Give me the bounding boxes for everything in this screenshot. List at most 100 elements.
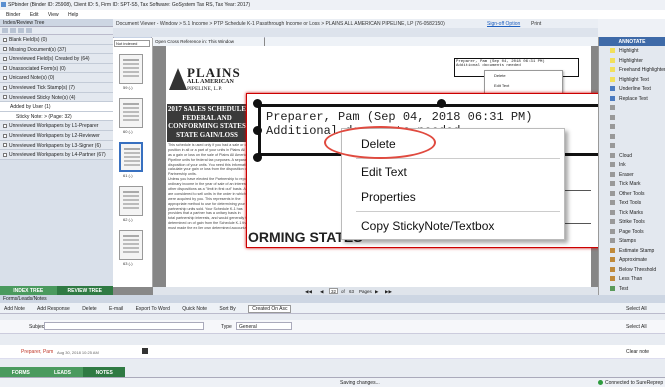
tree-row[interactable]: Unreviewed Field(s) Created by (64) [0,54,113,64]
delete-button[interactable]: Delete [82,306,96,312]
checkbox[interactable] [3,143,7,148]
tab-review-tree[interactable]: REVIEW TREE [56,286,113,295]
expand-icon[interactable] [2,28,8,33]
menu-item-edit-text[interactable]: Edit Text [361,165,407,179]
tree-row[interactable]: Unreviewed Workpapers by L4-Partner (67) [0,150,113,160]
connection-status-icon [598,380,603,385]
menu-item-copy-stickynote[interactable]: Copy StickyNote/Textbox [361,219,494,233]
checkbox[interactable] [3,124,7,129]
add-response-button[interactable]: Add Response [37,306,70,312]
tree-row[interactable]: Unreviewed Workpapers by L2-Reviewer [0,130,113,141]
annotate-tool-item[interactable]: Cloud [599,151,665,161]
annotate-tool-item[interactable]: Highlight Text [599,75,665,85]
window-dropdown[interactable]: This Window [208,39,234,44]
annotate-tool-item[interactable]: Strike Tools [599,217,665,227]
quick-note-button[interactable]: Quick Note [182,306,207,312]
resize-handle[interactable] [253,99,262,108]
filter-icon[interactable] [18,28,24,33]
checkbox[interactable] [3,56,7,61]
page-thumbnail[interactable] [119,98,143,128]
checkbox[interactable] [3,47,7,52]
page-thumbnail[interactable] [119,230,143,260]
annotate-tool-item[interactable] [599,141,665,151]
tree-row[interactable]: Unreviewed Workpapers by L1-Preparer [0,121,113,131]
tree-row[interactable]: Blank Field(s) (0) [0,35,113,45]
tree-subrow[interactable]: Sticky Note: > (Page: 32) [0,111,113,122]
tree-row[interactable]: Missing Document(s) (37) [0,44,113,55]
tab-forms[interactable]: FORMS [0,367,42,377]
annotate-tool-item[interactable]: Tick Marks [599,208,665,218]
annotate-tool-item[interactable] [599,103,665,113]
annotate-tool-item[interactable]: Highlight [599,46,665,56]
annotate-tool-item[interactable]: Freehand Highlighter [599,65,665,75]
checkbox[interactable] [3,85,7,90]
annotate-tool-item[interactable]: Ink [599,160,665,170]
page-thumbnail-selected[interactable] [119,142,143,172]
menu-item-properties[interactable]: Properties [361,190,416,204]
annotate-tool-item[interactable]: Below Threshold [599,265,665,275]
tree-row[interactable]: Unreviewed Sticky Note(s) (4) [0,92,113,103]
clear-note-checkbox[interactable]: Clear note [626,349,649,355]
tree-subrow[interactable]: Added by User (1) [0,102,113,112]
company-name-line3: PIPELINE, L.P. [187,86,223,92]
annotate-tool-item[interactable]: Underline Text [599,84,665,94]
annotate-tool-item[interactable]: Replace Text [599,94,665,104]
subject-input[interactable] [44,322,204,330]
annotate-tool-item[interactable]: Eraser [599,170,665,180]
page-thumbnail[interactable] [119,186,143,216]
cross-ref-select[interactable]: Open Cross Reference in: This Window [152,37,264,46]
tab-leads[interactable]: LEADS [41,367,84,377]
panel-toolbar [0,27,113,35]
tab-notes[interactable]: NOTES [83,367,126,377]
annotate-tool-item[interactable] [599,122,665,132]
tree-row[interactable]: Unassociated Form(s) (0) [0,63,113,74]
email-button[interactable]: E-mail [109,306,123,312]
collapse-icon[interactable] [10,28,16,33]
page-thumbnail[interactable] [119,54,143,84]
annotate-tool-item[interactable]: Highlighter [599,56,665,66]
annotate-tool-item[interactable]: Stamps [599,236,665,246]
menu-edit[interactable]: Edit [30,12,39,18]
add-note-button[interactable]: Add Note [4,306,25,312]
annotate-tool-item[interactable]: Test [599,284,665,294]
checkbox[interactable] [3,37,7,42]
index-filter-select[interactable]: Not indexed [114,40,150,47]
tab-index-tree[interactable]: INDEX TREE [0,286,57,295]
sort-select[interactable]: Created On Asc [248,305,292,313]
resize-handle[interactable] [253,126,262,135]
tree-row[interactable]: Unreviewed Tick Stamp(s) (7) [0,82,113,93]
annotate-tool-item[interactable]: Tick Mark [599,179,665,189]
annotate-tool-item[interactable]: Other Tools [599,189,665,199]
annotate-tool-item[interactable] [599,132,665,142]
annotate-tool-item[interactable] [599,113,665,123]
checkbox[interactable] [3,95,7,100]
menu-binder[interactable]: Binder [6,12,20,18]
annotate-tool-item[interactable]: Approximate [599,255,665,265]
annotate-tool-item[interactable]: Less Than [599,274,665,284]
checkbox[interactable] [3,76,7,81]
resize-handle[interactable] [253,153,262,162]
tree-row[interactable]: Unreviewed Workpapers by L3-Signer (6) [0,140,113,151]
breadcrumb[interactable]: Document Viewer - Window > 5.1 Income > … [116,21,445,27]
annotate-tool-item[interactable]: Estimate Stamp [599,246,665,256]
refresh-icon[interactable] [26,28,32,33]
annotate-tool-item[interactable]: Text Tools [599,198,665,208]
select-all-checkbox-2[interactable]: Select All [626,324,647,330]
note-row[interactable]: Preparer, Pam Aug 30, 2018 10:25 AM Clea… [0,345,665,359]
checkbox[interactable] [3,133,7,138]
print-button[interactable]: Print [531,21,541,27]
tree-row[interactable]: Unicared Note(s) (0) [0,73,113,83]
sign-off-option-link[interactable]: Sign-off Option [487,21,520,27]
menu-view[interactable]: View [48,12,59,18]
attachment-icon[interactable] [142,348,148,354]
checkbox[interactable] [3,152,7,157]
company-name-line2: ALL AMERICAN [187,79,234,85]
type-select[interactable]: General [236,322,292,330]
annotate-tool-item[interactable]: Page Tools [599,227,665,237]
checkbox[interactable] [3,66,7,71]
menu-help[interactable]: Help [68,12,78,18]
page-number-input[interactable]: 32 [329,288,338,294]
resize-handle[interactable] [437,99,446,108]
select-all-checkbox[interactable]: Select All [626,306,647,312]
export-word-button[interactable]: Export To Word [136,306,170,312]
